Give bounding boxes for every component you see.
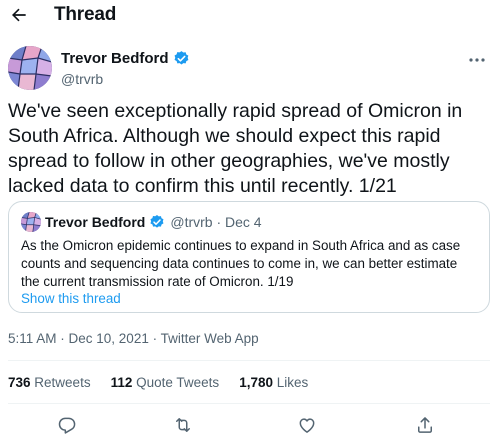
page-title: Thread bbox=[54, 4, 117, 25]
avatar-image bbox=[8, 46, 52, 90]
quoted-author-name: Trevor Bedford bbox=[45, 214, 146, 230]
quoted-tweet-text: As the Omicron epidemic continues to exp… bbox=[21, 238, 461, 289]
tweet-actions bbox=[0, 410, 500, 440]
share-button[interactable] bbox=[413, 413, 437, 437]
back-button[interactable] bbox=[6, 2, 32, 28]
engagement-stats: 736 Retweets 112 Quote Tweets 1,780 Like… bbox=[8, 375, 308, 390]
likes-label: Likes bbox=[276, 375, 309, 390]
more-options-button[interactable] bbox=[466, 52, 488, 68]
quoted-tweet-header: Trevor Bedford @trvrb · Dec 4 bbox=[21, 212, 262, 232]
like-button[interactable] bbox=[295, 413, 319, 437]
retweets-stat[interactable]: 736 Retweets bbox=[8, 375, 91, 390]
retweet-button[interactable] bbox=[171, 413, 195, 437]
quote-tweets-label: Quote Tweets bbox=[136, 375, 220, 390]
reply-icon bbox=[58, 417, 76, 434]
quoted-author-avatar bbox=[21, 212, 41, 232]
author-handle[interactable]: @trvrb bbox=[61, 71, 190, 87]
quoted-avatar-image bbox=[21, 212, 41, 232]
quoted-tweet-meta: @trvrb · Dec 4 bbox=[170, 214, 262, 230]
likes-stat[interactable]: 1,780 Likes bbox=[239, 375, 308, 390]
arrow-left-icon bbox=[12, 8, 26, 22]
quote-tweets-stat[interactable]: 112 Quote Tweets bbox=[111, 375, 220, 390]
tweet-text: We've seen exceptionally rapid spread of… bbox=[8, 100, 463, 197]
author-avatar[interactable] bbox=[8, 46, 52, 90]
author-name[interactable]: Trevor Bedford bbox=[61, 50, 169, 67]
divider bbox=[8, 403, 490, 404]
tweet-timestamp[interactable]: 5:11 AM · Dec 10, 2021 · Twitter Web App bbox=[8, 331, 259, 346]
retweet-icon bbox=[176, 418, 190, 432]
divider bbox=[8, 360, 490, 361]
likes-count: 1,780 bbox=[239, 375, 273, 390]
show-thread-link[interactable]: Show this thread bbox=[21, 291, 121, 306]
quote-tweets-count: 112 bbox=[110, 375, 133, 390]
verified-badge-icon bbox=[150, 215, 164, 228]
verified-badge-icon bbox=[174, 51, 188, 65]
thread-header: Thread bbox=[0, 0, 500, 32]
quoted-tweet[interactable]: Trevor Bedford @trvrb · Dec 4 As the Omi… bbox=[8, 201, 490, 313]
retweets-label: Retweets bbox=[34, 375, 91, 390]
heart-icon bbox=[299, 418, 315, 433]
author-info: Trevor Bedford @trvrb bbox=[61, 50, 190, 87]
more-horizontal-icon bbox=[469, 58, 485, 62]
reply-button[interactable] bbox=[55, 413, 79, 437]
share-icon bbox=[418, 417, 432, 433]
retweets-count: 736 bbox=[8, 375, 31, 390]
